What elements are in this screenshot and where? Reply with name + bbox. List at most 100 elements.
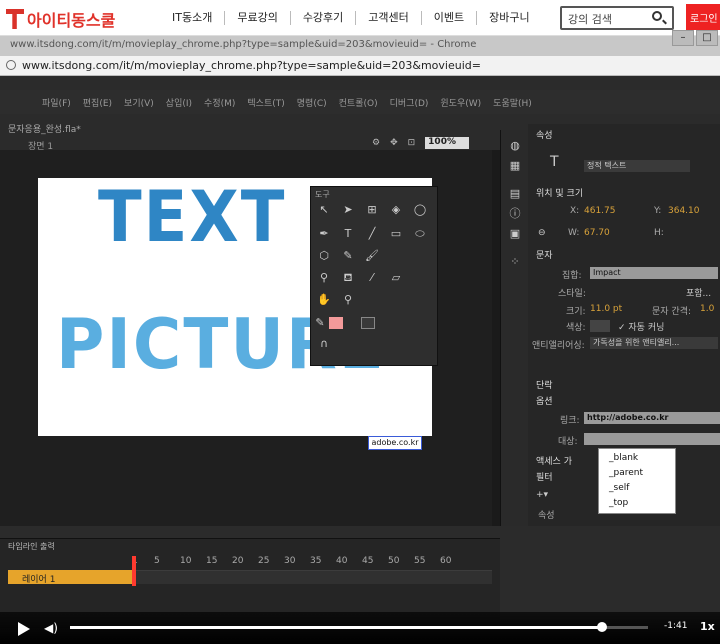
- add-filter-icon[interactable]: +▾: [536, 490, 548, 500]
- pen-icon[interactable]: ✒: [317, 227, 331, 241]
- text-color-swatch[interactable]: [590, 320, 610, 332]
- target-option[interactable]: _top: [609, 498, 628, 508]
- timeline-tabs[interactable]: 타임라인 출력: [8, 541, 55, 552]
- speed-button[interactable]: 1x: [700, 620, 715, 633]
- tools-title: 도구: [315, 190, 330, 199]
- eraser-icon[interactable]: ▱: [389, 271, 403, 285]
- zoom-icon[interactable]: ⚲: [341, 293, 355, 307]
- target-option[interactable]: _self: [609, 483, 629, 493]
- login-button[interactable]: 로그인: [686, 4, 720, 30]
- transform-icon[interactable]: ⊞: [365, 203, 379, 217]
- line-icon[interactable]: ╱: [365, 227, 379, 241]
- paint-bucket-icon[interactable]: ⛾: [341, 271, 355, 285]
- menu-debug[interactable]: 디버그(D): [384, 96, 435, 109]
- stage-text-title[interactable]: TEXT: [98, 177, 286, 258]
- nav-item[interactable]: 장바구니: [476, 11, 541, 25]
- text-type-select[interactable]: 정적 텍스트: [584, 160, 690, 172]
- snap-magnet-icon[interactable]: ∩: [317, 337, 331, 351]
- section-character[interactable]: 문자: [536, 248, 553, 261]
- layer-name[interactable]: 레이어 1: [22, 572, 55, 585]
- menu-view[interactable]: 보기(V): [118, 96, 160, 109]
- nav-item[interactable]: 수강후기: [289, 11, 355, 25]
- menu-file[interactable]: 파일(F): [36, 96, 77, 109]
- menu-command[interactable]: 명령(C): [291, 96, 333, 109]
- progress-knob[interactable]: [596, 622, 607, 632]
- stage-scrollbar[interactable]: [492, 150, 500, 526]
- section-filters[interactable]: 필터: [536, 470, 553, 483]
- eyedropper-icon[interactable]: ⁄: [365, 271, 379, 285]
- w-value[interactable]: 67.70: [584, 228, 610, 238]
- section-position[interactable]: 위치 및 크기: [536, 186, 583, 199]
- transform-panel-icon[interactable]: ▣: [509, 228, 521, 240]
- menu-text[interactable]: 텍스트(T): [241, 96, 290, 109]
- playhead[interactable]: [132, 556, 136, 586]
- link-icon[interactable]: ⊖: [538, 228, 546, 238]
- size-value[interactable]: 11.0 pt: [590, 304, 622, 314]
- brush-icon[interactable]: 🖌: [365, 249, 379, 263]
- oval-icon[interactable]: ⬭: [413, 227, 427, 241]
- zoom-select[interactable]: 100%: [425, 137, 470, 149]
- frames-track[interactable]: [136, 570, 492, 584]
- text-tool-icon[interactable]: T: [341, 227, 355, 241]
- align-icon[interactable]: ▤: [509, 188, 521, 200]
- center-icon[interactable]: ⊡: [408, 138, 416, 148]
- link-textbox[interactable]: adobe.co.kr: [368, 436, 422, 450]
- subselect-icon[interactable]: ↖: [317, 203, 331, 217]
- url-text: www.itsdong.com/it/m/movieplay_chrome.ph…: [22, 59, 481, 72]
- embed-button[interactable]: 포함...: [686, 286, 711, 299]
- grid-icon[interactable]: ▦: [509, 160, 521, 172]
- lasso-icon[interactable]: ◯: [413, 203, 427, 217]
- target-option[interactable]: _parent: [609, 468, 643, 478]
- text-tool-icon: T: [550, 154, 559, 170]
- menu-control[interactable]: 컨트롤(O): [333, 96, 384, 109]
- polystar-icon[interactable]: ⬡: [317, 249, 331, 263]
- y-value[interactable]: 364.10: [668, 206, 700, 216]
- volume-icon[interactable]: ◀): [44, 622, 58, 634]
- play-icon[interactable]: [18, 622, 30, 636]
- nav-item[interactable]: 이벤트: [420, 11, 476, 25]
- document-tab[interactable]: 문자응용_완성.fla*: [8, 122, 81, 135]
- nav-item[interactable]: IT동소개: [160, 11, 224, 25]
- info-panel-icon[interactable]: ⓘ: [509, 208, 521, 220]
- site-logo[interactable]: 아이티동스쿨: [6, 8, 115, 30]
- menu-insert[interactable]: 삽입(I): [160, 96, 198, 109]
- target-select[interactable]: [584, 433, 720, 445]
- bone-icon[interactable]: ⚲: [317, 271, 331, 285]
- font-family-select[interactable]: Impact: [590, 267, 718, 279]
- pencil-icon[interactable]: ✎: [341, 249, 355, 263]
- section-paragraph[interactable]: 단락: [536, 378, 553, 391]
- search-icon[interactable]: [652, 11, 662, 21]
- snap-icon[interactable]: ✥: [390, 138, 398, 148]
- menu-help[interactable]: 도움말(H): [487, 96, 538, 109]
- x-label: X:: [570, 206, 580, 216]
- nav-item[interactable]: 고객센터: [355, 11, 420, 25]
- x-value[interactable]: 461.75: [584, 206, 616, 216]
- antialias-select[interactable]: 가독성을 위한 앤티앨리...: [590, 337, 718, 349]
- menu-window[interactable]: 윈도우(W): [434, 96, 487, 109]
- rectangle-icon[interactable]: ▭: [389, 227, 403, 241]
- 3d-rotate-icon[interactable]: ◈: [389, 203, 403, 217]
- address-bar[interactable]: www.itsdong.com/it/m/movieplay_chrome.ph…: [0, 56, 720, 76]
- section-accessibility[interactable]: 액세스 가: [536, 454, 572, 467]
- fill-color-swatch[interactable]: [329, 317, 343, 329]
- auto-kerning-checkbox[interactable]: ✓ 자동 커닝: [618, 320, 664, 333]
- swatches-icon[interactable]: ⁘: [509, 256, 521, 268]
- spacing-label: 문자 간격:: [652, 307, 692, 317]
- link-label: 링크:: [560, 416, 580, 426]
- hand-icon[interactable]: ✋: [317, 293, 331, 307]
- menu-modify[interactable]: 수정(M): [198, 96, 241, 109]
- maximize-button[interactable]: □: [696, 30, 718, 46]
- properties-tab[interactable]: 속성: [536, 128, 553, 141]
- palette-icon[interactable]: ◍: [509, 140, 521, 152]
- nav-item[interactable]: 무료강의: [224, 11, 289, 25]
- minimize-button[interactable]: –: [672, 30, 694, 46]
- menu-edit[interactable]: 편집(E): [77, 96, 118, 109]
- edit-symbol-icon[interactable]: ⚙: [372, 138, 380, 148]
- target-option[interactable]: _blank: [609, 453, 638, 463]
- link-input[interactable]: http://adobe.co.kr: [584, 412, 720, 424]
- section-options[interactable]: 옵션: [536, 394, 553, 407]
- select-icon[interactable]: ➤: [341, 203, 355, 217]
- stroke-color-swatch[interactable]: [361, 317, 375, 329]
- frame-number: 10: [180, 556, 192, 566]
- spacing-value[interactable]: 1.0: [700, 304, 714, 314]
